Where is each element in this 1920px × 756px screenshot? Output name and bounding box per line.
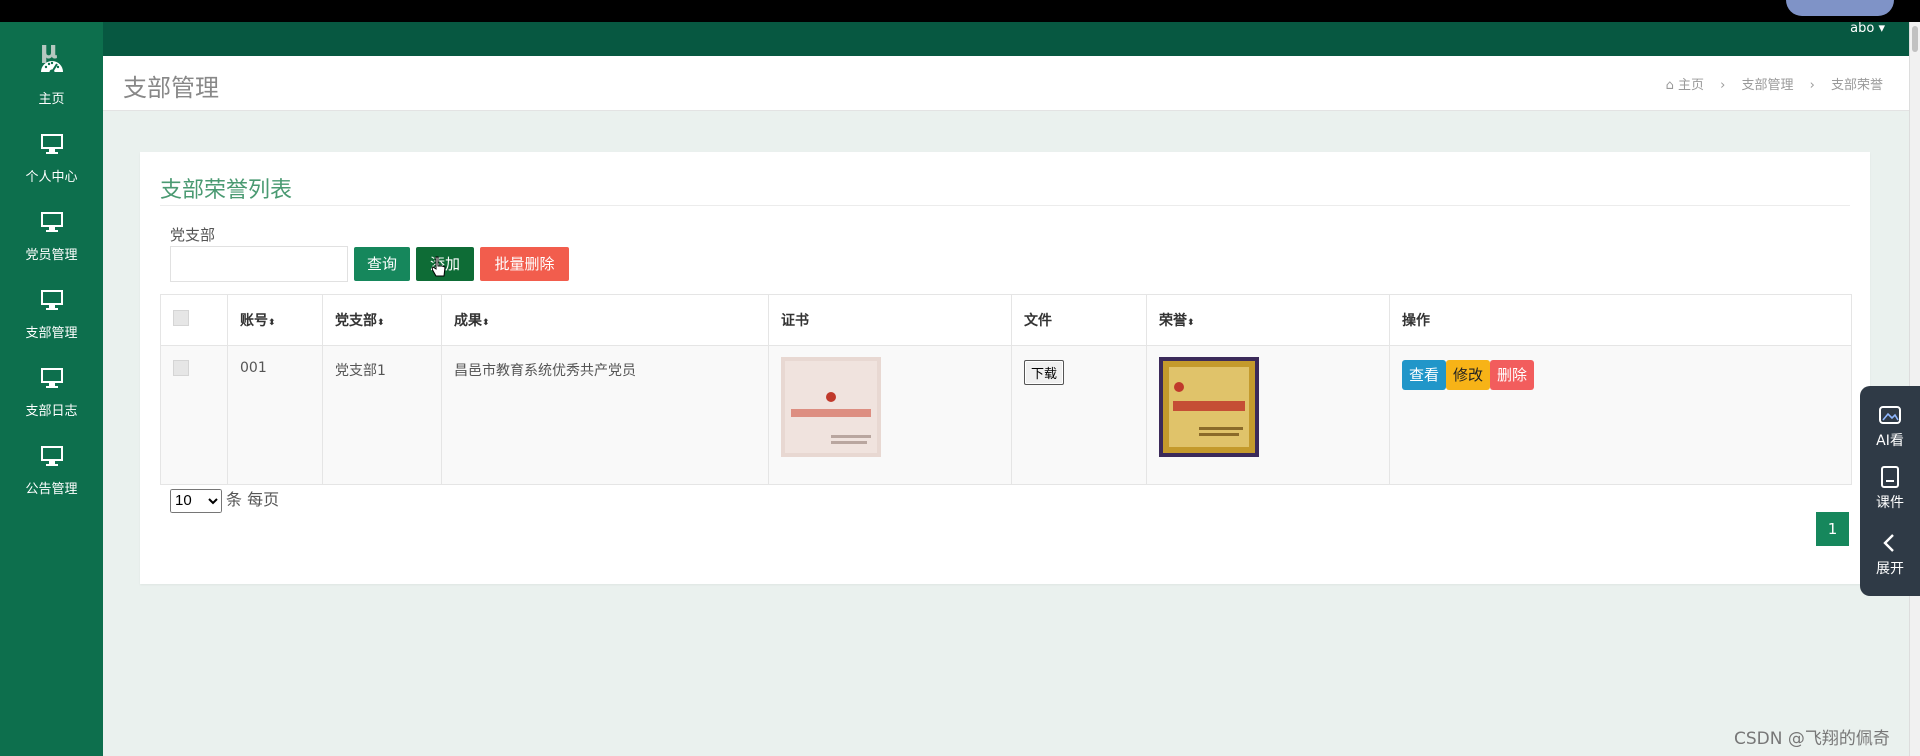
delete-button[interactable]: 删除 <box>1490 360 1535 390</box>
column-header[interactable]: 成果⬍ <box>441 294 769 346</box>
sidebar-item-branch[interactable]: 支部管理 <box>0 286 103 352</box>
file-cell: 下载 <box>1011 345 1147 485</box>
sidebar-item-label: 支部管理 <box>25 326 78 341</box>
honor-list-card: 支部荣誉列表 党支部 查询 添加 批量删除 账号⬍ 党支部⬍ 成果⬍ 证书 文件… <box>140 152 1870 584</box>
dashboard-icon <box>40 61 63 75</box>
certificate-image[interactable] <box>781 357 881 457</box>
breadcrumb-branch[interactable]: 支部管理 <box>1741 78 1793 93</box>
batch-delete-button[interactable]: 批量删除 <box>480 247 569 281</box>
page-number-button[interactable]: 1 <box>1816 512 1849 546</box>
branch-filter-input[interactable] <box>170 246 348 282</box>
column-header: 文件 <box>1011 294 1147 346</box>
actions-cell: 查看 修改 删除 <box>1389 345 1852 485</box>
sidebar-item-label: 个人中心 <box>25 170 78 185</box>
honor-image[interactable] <box>1159 357 1259 457</box>
branch-filter-label: 党支部 <box>170 226 216 244</box>
view-button[interactable]: 查看 <box>1402 360 1447 390</box>
certificate-cell <box>768 345 1012 485</box>
header-bar: abo ▾ <box>103 22 1909 56</box>
sort-icon: ⬍ <box>482 318 490 328</box>
sidebar-item-branch-log[interactable]: 支部日志 <box>0 364 103 430</box>
sort-icon: ⬍ <box>1187 318 1195 328</box>
scrollbar-thumb[interactable] <box>1912 26 1918 52</box>
row-checkbox[interactable] <box>173 360 189 376</box>
column-header[interactable]: 党支部⬍ <box>322 294 442 346</box>
column-header[interactable]: 账号⬍ <box>227 294 323 346</box>
page-size-select[interactable]: 10 <box>170 488 222 513</box>
expand-label: 展开 <box>1876 561 1904 577</box>
sort-icon: ⬍ <box>268 318 276 328</box>
chevron-right-icon: › <box>1809 78 1815 93</box>
courseware-label: 课件 <box>1876 495 1904 511</box>
branch-cell: 党支部1 <box>322 345 442 485</box>
monitor-icon <box>40 446 63 466</box>
monitor-icon <box>40 368 63 388</box>
home-icon: ⌂ <box>1665 78 1674 93</box>
watermark: CSDN @飞翔的佩奇 <box>1734 729 1890 749</box>
sidebar-item-personal-center[interactable]: 个人中心 <box>0 130 103 196</box>
download-button[interactable]: 下载 <box>1024 360 1065 385</box>
sidebar-item-notices[interactable]: 公告管理 <box>0 442 103 508</box>
honor-table: 账号⬍ 党支部⬍ 成果⬍ 证书 文件 荣誉⬍ 操作 001 党支部1 昌邑市教育… <box>160 294 1852 485</box>
select-all-checkbox[interactable] <box>173 310 189 326</box>
column-header: 证书 <box>768 294 1012 346</box>
sidebar-item-label: 党员管理 <box>25 248 78 263</box>
breadcrumb-home[interactable]: 主页 <box>1678 78 1704 93</box>
page-header: 支部管理 ⌂ 主页 › 支部管理 › 支部荣誉 <box>103 56 1909 111</box>
user-menu[interactable]: abo ▾ <box>1850 22 1885 36</box>
table-row: 001 党支部1 昌邑市教育系统优秀共产党员 下载 查看 修改 删除 <box>160 345 1852 485</box>
avatar[interactable] <box>1786 0 1894 16</box>
ai-view-button[interactable]: AI看 <box>1860 402 1920 450</box>
achievement-cell: 昌邑市教育系统优秀共产党员 <box>441 345 769 485</box>
query-button[interactable]: 查询 <box>354 247 410 281</box>
courseware-button[interactable]: 课件 <box>1860 464 1920 512</box>
column-header: 操作 <box>1389 294 1852 346</box>
ai-view-label: AI看 <box>1876 433 1904 449</box>
top-black-bar <box>0 0 1920 22</box>
table-header-row: 账号⬍ 党支部⬍ 成果⬍ 证书 文件 荣誉⬍ 操作 <box>160 294 1852 346</box>
breadcrumb-current: 支部荣誉 <box>1830 78 1883 93</box>
breadcrumb: ⌂ 主页 › 支部管理 › 支部荣誉 <box>1666 74 1883 93</box>
mouse-pointer-icon <box>432 256 446 277</box>
monitor-icon <box>40 212 63 232</box>
column-header[interactable]: 荣誉⬍ <box>1146 294 1390 346</box>
expand-button[interactable]: 展开 <box>1860 530 1920 578</box>
floating-toolbar: AI看 课件 展开 <box>1860 386 1920 596</box>
select-all-cell <box>160 294 228 346</box>
account-cell: 001 <box>227 345 323 485</box>
sidebar-item-members[interactable]: 党员管理 <box>0 208 103 274</box>
ai-image-icon <box>1879 406 1901 424</box>
edit-button[interactable]: 修改 <box>1446 360 1491 390</box>
sidebar-item-label: 支部日志 <box>25 404 78 419</box>
monitor-icon <box>40 134 63 154</box>
per-page-label: 条 每页 <box>226 490 280 509</box>
card-title: 支部荣誉列表 <box>160 178 293 203</box>
row-select-cell <box>160 345 228 485</box>
sidebar-item-home[interactable]: 主页 <box>0 52 103 118</box>
sidebar-item-label: 公告管理 <box>25 482 78 497</box>
page-title: 支部管理 <box>123 74 219 102</box>
sidebar: μ 主页 个人中心 党员管理 支部管理 支部日志 公告管理 <box>0 22 103 756</box>
chevron-left-icon <box>1883 534 1894 552</box>
sort-icon: ⬍ <box>377 318 385 328</box>
monitor-icon <box>40 290 63 310</box>
chevron-right-icon: › <box>1720 78 1726 93</box>
honor-cell <box>1146 345 1390 485</box>
sidebar-item-label: 主页 <box>38 92 65 107</box>
page-size-control: 10条 每页 <box>170 486 279 513</box>
divider <box>160 205 1850 206</box>
courseware-icon <box>1881 466 1899 488</box>
